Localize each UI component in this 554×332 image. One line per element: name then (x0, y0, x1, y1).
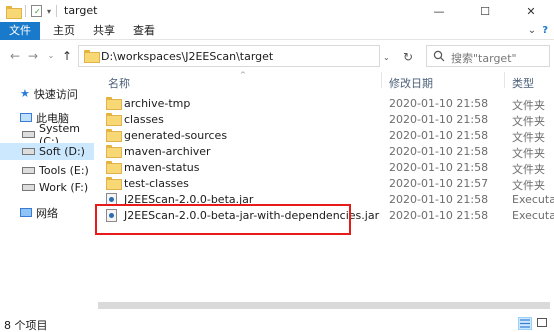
network-icon (20, 208, 32, 217)
folder-icon (106, 145, 122, 158)
forward-arrow-icon[interactable]: → (26, 48, 40, 64)
customize-toolbar-icon[interactable]: ▾ (47, 7, 51, 16)
folder-icon (106, 113, 122, 126)
column-divider[interactable] (381, 72, 382, 88)
file-name: maven-status (124, 161, 200, 174)
file-list: ^ 名称 修改日期 类型 archive-tmp 2020-01-10 21:5… (94, 71, 554, 314)
address-dropdown-icon[interactable]: ⌄ (383, 53, 390, 62)
file-date: 2020-01-10 21:58 (389, 145, 489, 158)
star-icon: ★ (20, 87, 30, 100)
tab-file[interactable]: 文件 (0, 22, 40, 40)
drive-icon (22, 131, 35, 138)
maximize-button[interactable]: ☐ (462, 0, 508, 22)
separator (56, 5, 58, 17)
sidebar-item-work-f[interactable]: Work (F:) (0, 179, 94, 196)
column-header-modified[interactable]: 修改日期 (389, 75, 433, 91)
separator (25, 5, 26, 17)
title-bar: ✓ ▾ target — ☐ ✕ (0, 0, 554, 22)
minimize-button[interactable]: — (416, 0, 462, 22)
sidebar-item-label: 快速访问 (33, 87, 78, 101)
recent-locations-icon[interactable]: ⌄ (44, 48, 58, 64)
file-date: 2020-01-10 21:58 (389, 161, 489, 174)
ribbon-tabs: 文件 主页 共享 查看 ⌄ ? (0, 22, 554, 40)
address-bar[interactable]: D:\workspaces\J2EEScan\target (78, 45, 380, 67)
tab-home[interactable]: 主页 (46, 22, 82, 40)
sidebar-item-label: Tools (E:) (39, 164, 89, 177)
back-arrow-icon[interactable]: ← (8, 48, 22, 64)
status-bar: 8 个项目 (0, 314, 554, 332)
sort-indicator-icon: ^ (240, 71, 246, 79)
folder-icon (84, 50, 100, 63)
drive-icon (22, 167, 35, 174)
folder-icon (106, 129, 122, 142)
file-row[interactable]: archive-tmp 2020-01-10 21:58 文件夹 (100, 95, 554, 112)
search-icon (433, 50, 445, 62)
file-row[interactable]: generated-sources 2020-01-10 21:58 文件夹 (100, 127, 554, 144)
computer-icon (20, 113, 32, 122)
file-date: 2020-01-10 21:58 (389, 129, 489, 142)
folder-icon (6, 5, 22, 19)
large-icons-view-icon[interactable] (536, 317, 550, 330)
file-date: 2020-01-10 21:58 (389, 193, 489, 206)
navigation-pane: ★ 快速访问 此电脑 System (C:) Soft (D:) Tools (… (0, 72, 94, 314)
search-box[interactable]: 搜索"target" (426, 45, 550, 67)
item-count: 8 个项目 (4, 319, 48, 332)
file-date: 2020-01-10 21:58 (389, 209, 489, 222)
file-row[interactable]: maven-archiver 2020-01-10 21:58 文件夹 (100, 143, 554, 160)
folder-icon (106, 97, 122, 110)
address-path[interactable]: D:\workspaces\J2EEScan\target (101, 50, 273, 63)
scrollbar-thumb[interactable] (98, 302, 550, 309)
vertical-scrollbar[interactable] (545, 72, 554, 298)
column-divider[interactable] (504, 72, 505, 88)
quick-access-toolbar: ✓ ▾ (6, 3, 62, 19)
navigation-bar: ← → ⌄ ↑ D:\workspaces\J2EEScan\target ⌄ … (0, 40, 554, 72)
search-placeholder: 搜索"target" (451, 52, 517, 65)
drive-icon (22, 148, 35, 155)
column-header-name[interactable]: 名称 (108, 75, 130, 91)
file-row[interactable]: maven-status 2020-01-10 21:58 文件夹 (100, 159, 554, 176)
sidebar-item-label: Soft (D:) (39, 145, 85, 158)
folder-icon (106, 177, 122, 190)
column-header-type[interactable]: 类型 (512, 75, 534, 91)
folder-icon (106, 161, 122, 174)
file-row[interactable]: classes 2020-01-10 21:58 文件夹 (100, 111, 554, 128)
help-icon[interactable]: ? (542, 25, 548, 36)
sidebar-item-soft-d[interactable]: Soft (D:) (0, 143, 94, 160)
properties-icon[interactable]: ✓ (31, 5, 42, 17)
window-title: target (64, 4, 98, 17)
expand-ribbon-icon[interactable]: ⌄ (528, 25, 536, 36)
file-name: maven-archiver (124, 145, 211, 158)
file-date: 2020-01-10 21:58 (389, 113, 489, 126)
up-arrow-icon[interactable]: ↑ (60, 48, 74, 64)
sidebar-item-network[interactable]: 网络 (0, 204, 94, 221)
sidebar-item-quick-access[interactable]: ★ 快速访问 (0, 85, 94, 102)
sidebar-item-label: 网络 (36, 206, 58, 220)
refresh-icon[interactable]: ↻ (403, 50, 413, 64)
file-name: archive-tmp (124, 97, 191, 110)
close-button[interactable]: ✕ (508, 0, 554, 22)
drive-icon (22, 184, 35, 191)
sidebar-item-label: Work (F:) (39, 181, 89, 194)
file-name: test-classes (124, 177, 189, 190)
sidebar-item-system-c[interactable]: System (C:) (0, 122, 94, 148)
file-name: classes (124, 113, 164, 126)
highlight-box (95, 204, 351, 235)
tab-share[interactable]: 共享 (86, 22, 122, 40)
file-date: 2020-01-10 21:57 (389, 177, 489, 190)
file-name: generated-sources (124, 129, 228, 142)
file-date: 2020-01-10 21:58 (389, 97, 489, 110)
file-row[interactable]: test-classes 2020-01-10 21:57 文件夹 (100, 175, 554, 192)
tab-view[interactable]: 查看 (126, 22, 162, 40)
details-view-icon[interactable] (518, 317, 532, 330)
horizontal-scrollbar[interactable] (94, 298, 554, 313)
sidebar-item-tools-e[interactable]: Tools (E:) (0, 162, 94, 179)
